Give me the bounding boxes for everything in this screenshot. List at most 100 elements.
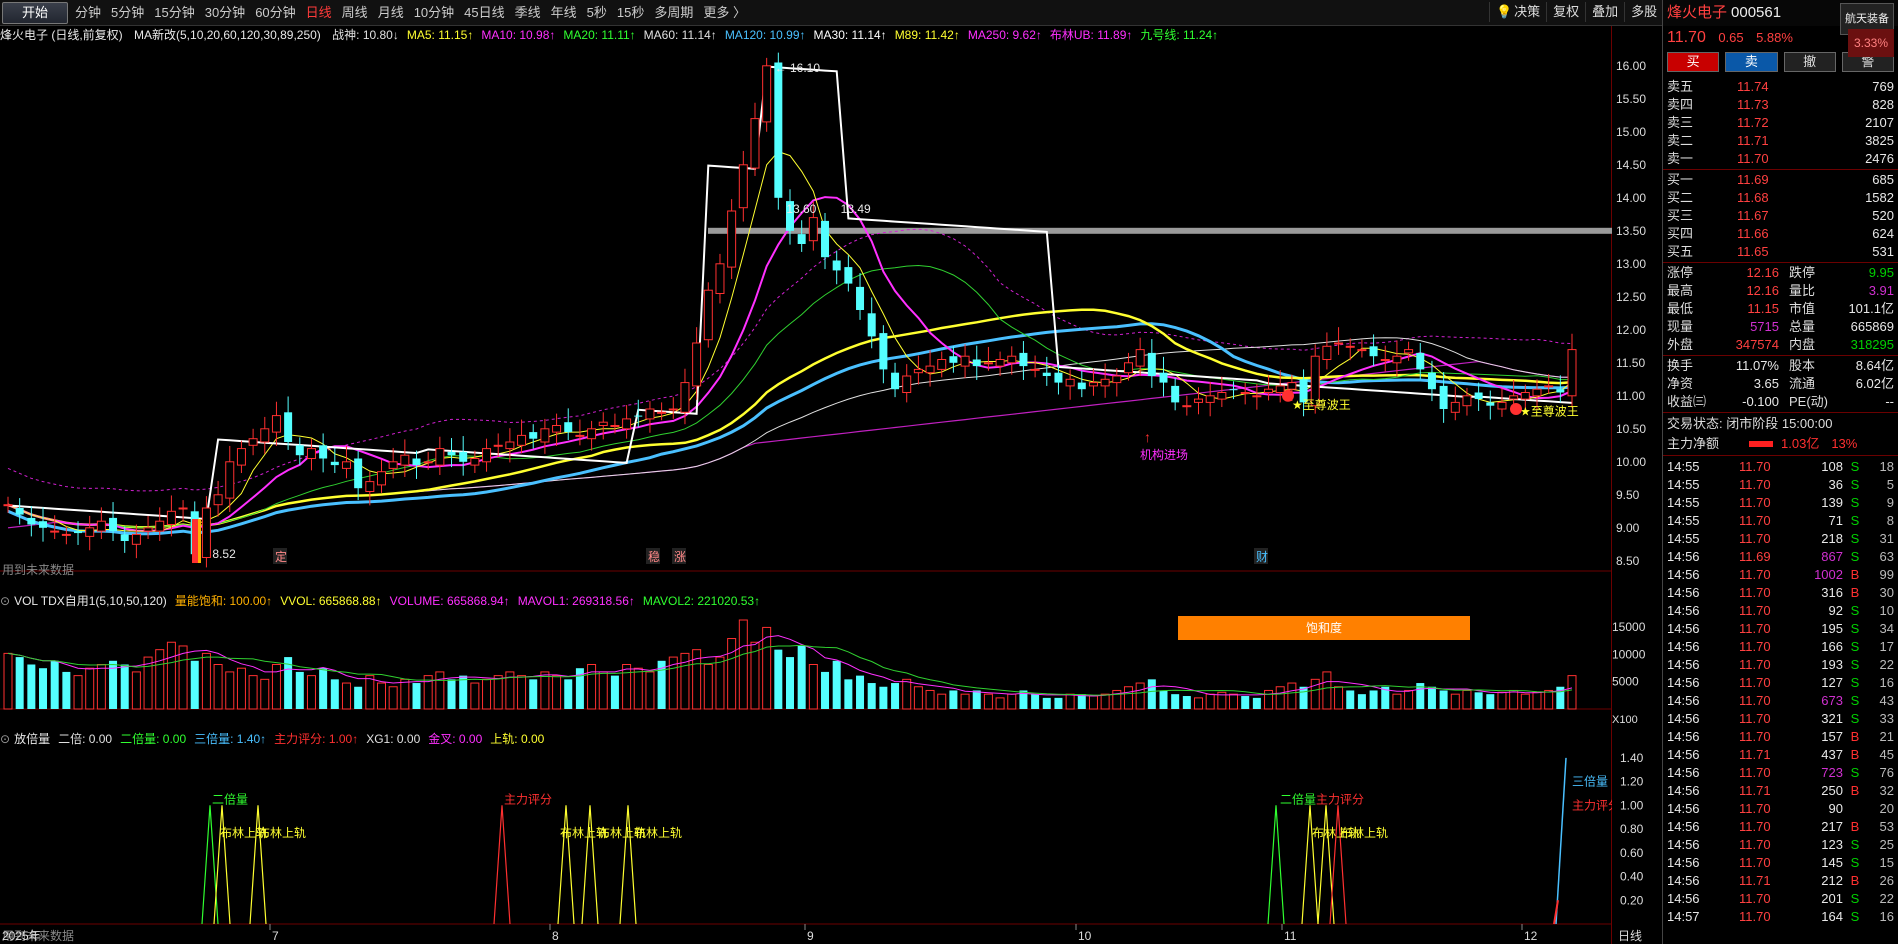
candle[interactable]: [27, 506, 36, 537]
tick-row[interactable]: 14:56 11.70 127 S 16: [1663, 674, 1898, 692]
volume-bar[interactable]: [201, 652, 211, 710]
candle[interactable]: [1416, 343, 1425, 380]
volume-bar[interactable]: [131, 671, 141, 710]
period-tab[interactable]: 多周期: [649, 4, 698, 22]
candle[interactable]: [271, 401, 281, 446]
candle[interactable]: [248, 428, 258, 456]
tick-row[interactable]: 14:57 11.70 164 S 16: [1663, 908, 1898, 926]
tick-row[interactable]: 14:56 11.70 92 S 10: [1663, 602, 1898, 620]
tick-row[interactable]: 14:56 11.70 157 B 21: [1663, 728, 1898, 746]
candle[interactable]: [995, 351, 1005, 376]
volume-bar[interactable]: [435, 671, 445, 710]
volume-bar[interactable]: [564, 679, 573, 709]
volume-bar[interactable]: [1275, 686, 1285, 710]
volume-bar[interactable]: [1182, 696, 1191, 709]
volume-bar[interactable]: [622, 664, 632, 710]
volume-bar[interactable]: [143, 656, 153, 710]
volume-bar[interactable]: [354, 686, 363, 709]
tool-button[interactable]: 复权: [1546, 2, 1585, 22]
tick-row[interactable]: 14:56 11.70 217 B 53: [1663, 818, 1898, 836]
volume-bar[interactable]: [3, 652, 13, 710]
bid-row[interactable]: 买五 11.65 531: [1663, 243, 1898, 261]
volume-bar[interactable]: [155, 649, 165, 710]
collapse-icon[interactable]: ⊙: [0, 594, 10, 608]
period-tab[interactable]: 5秒: [582, 4, 612, 22]
candle[interactable]: [260, 416, 270, 454]
candle[interactable]: [564, 408, 573, 441]
volume-bar[interactable]: [62, 671, 71, 709]
candle[interactable]: [306, 438, 316, 471]
volume-bar[interactable]: [260, 678, 270, 710]
volume-bar[interactable]: [1077, 694, 1086, 709]
candle[interactable]: [1380, 345, 1390, 372]
volume-bar[interactable]: [925, 689, 935, 710]
candle[interactable]: [143, 515, 153, 540]
candle[interactable]: [1450, 386, 1460, 421]
candle[interactable]: [762, 57, 772, 132]
candle[interactable]: [284, 396, 293, 450]
candle[interactable]: [622, 405, 632, 439]
tick-row[interactable]: 14:56 11.70 321 S 33: [1663, 710, 1898, 728]
volume-bar[interactable]: [610, 675, 619, 709]
volume-bar[interactable]: [1497, 691, 1507, 710]
volume-bar[interactable]: [1427, 686, 1436, 709]
candle[interactable]: [703, 282, 713, 348]
volume-bar[interactable]: [552, 675, 562, 710]
volume-bar[interactable]: [1229, 693, 1239, 710]
volume-bar[interactable]: [388, 686, 398, 710]
candle[interactable]: [1205, 381, 1215, 417]
volume-bar[interactable]: [1171, 694, 1180, 709]
volume-bar[interactable]: [1100, 693, 1110, 710]
volume-bar[interactable]: [587, 664, 597, 710]
volume-bar[interactable]: [330, 679, 339, 709]
volume-bar[interactable]: [517, 675, 527, 710]
candle[interactable]: [668, 397, 678, 419]
candle[interactable]: [1497, 388, 1507, 417]
candle[interactable]: [540, 418, 550, 454]
volume-bar[interactable]: [1322, 671, 1332, 710]
volume-bar[interactable]: [50, 660, 59, 709]
volume-bar[interactable]: [73, 675, 83, 710]
volume-bar[interactable]: [598, 671, 608, 710]
tick-row[interactable]: 14:56 11.70 90 20: [1663, 800, 1898, 818]
candle[interactable]: [376, 459, 386, 493]
candle[interactable]: [1567, 333, 1577, 408]
volume-bar[interactable]: [1357, 694, 1366, 709]
volume-bar[interactable]: [902, 678, 912, 710]
tick-row[interactable]: 14:55 11.70 139 S 9: [1663, 494, 1898, 512]
volume-bar[interactable]: [891, 683, 900, 709]
candle[interactable]: [1252, 383, 1262, 410]
volume-bar[interactable]: [913, 686, 923, 710]
tool-button[interactable]: 多股: [1624, 2, 1663, 22]
tick-list[interactable]: 14:55 11.70 108 S 18 14:55 11.70 36 S 5 14:55 11.70…: [1663, 458, 1898, 926]
tick-row[interactable]: 14:56 11.70 1002 B 99: [1663, 566, 1898, 584]
tick-row[interactable]: 14:56 11.71 437 B 45: [1663, 746, 1898, 764]
volume-bar[interactable]: [738, 619, 748, 710]
candle[interactable]: [1077, 370, 1086, 398]
candle[interactable]: [972, 345, 981, 380]
tick-row[interactable]: 14:56 11.70 166 S 17: [1663, 638, 1898, 656]
vol-title[interactable]: VOL TDX自用1(5,10,50,120): [14, 594, 167, 608]
bid-row[interactable]: 买二 11.68 1582: [1663, 189, 1898, 207]
bid-row[interactable]: 买一 11.69 685: [1663, 171, 1898, 189]
volume-bar[interactable]: [1194, 697, 1204, 710]
period-tab[interactable]: 季线: [510, 4, 546, 22]
volume-bar[interactable]: [808, 664, 818, 710]
tick-row[interactable]: 14:55 11.70 71 S 8: [1663, 512, 1898, 530]
volume-bar[interactable]: [120, 664, 129, 710]
volume-bar[interactable]: [867, 683, 876, 709]
period-tab[interactable]: 更多 〉: [698, 4, 751, 22]
candle[interactable]: [1264, 375, 1274, 401]
tick-row[interactable]: 14:56 11.70 193 S 22: [1663, 656, 1898, 674]
candle[interactable]: [774, 52, 783, 210]
volume-bar[interactable]: [225, 671, 235, 710]
candle[interactable]: [1030, 355, 1040, 378]
candle[interactable]: [459, 436, 468, 476]
volume-bar[interactable]: [1147, 679, 1156, 709]
tick-row[interactable]: 14:56 11.70 723 S 76: [1663, 764, 1898, 782]
start-button[interactable]: 开始: [2, 2, 68, 24]
volume-bar[interactable]: [96, 664, 106, 710]
volume-bar[interactable]: [786, 657, 794, 709]
volume-bar[interactable]: [341, 682, 351, 710]
volume-bar[interactable]: [447, 679, 456, 709]
